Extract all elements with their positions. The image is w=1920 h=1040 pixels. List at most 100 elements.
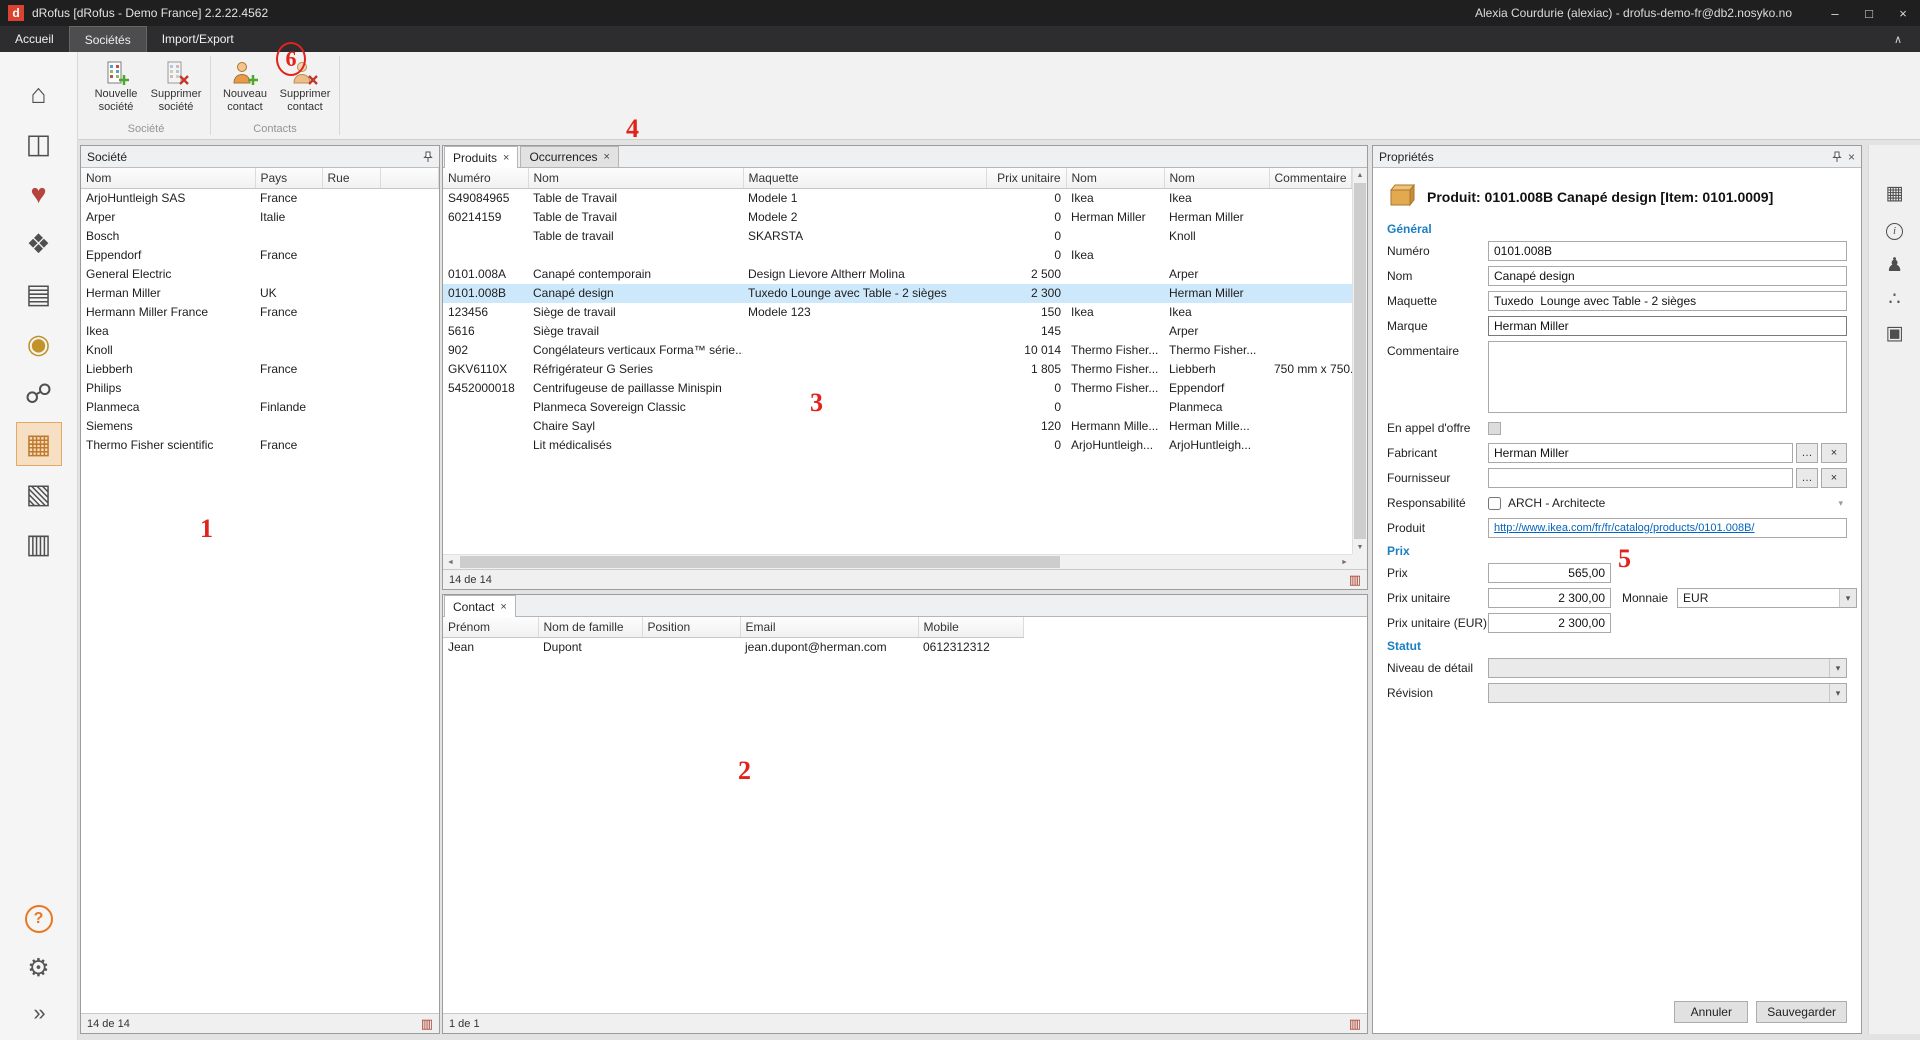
table-cell[interactable]: UK <box>255 284 322 303</box>
grid-export-icon[interactable]: ▥ <box>1349 572 1361 588</box>
table-cell[interactable]: Eppendorf <box>81 246 255 265</box>
table-cell[interactable]: 902 <box>443 341 528 360</box>
table-cell[interactable]: ArjoHuntleigh... <box>1164 436 1269 455</box>
table-cell[interactable]: Tuxedo Lounge avec Table - 2 sièges <box>743 284 986 303</box>
table-cell[interactable] <box>1269 436 1352 455</box>
horizontal-scrollbar[interactable]: ◄ ► <box>443 554 1352 569</box>
systems-icon[interactable]: ▧ <box>16 472 62 516</box>
table-cell[interactable]: Thermo Fisher scientific <box>81 436 255 455</box>
table-cell[interactable]: France <box>255 303 322 322</box>
contacts-person-icon[interactable]: ♟ <box>1879 251 1911 279</box>
chevron-down-icon[interactable]: ▾ <box>1839 589 1856 607</box>
table-cell[interactable]: France <box>255 246 322 265</box>
table-cell[interactable]: Ikea <box>1164 188 1269 208</box>
minimize-icon[interactable]: – <box>1818 0 1852 26</box>
table-cell[interactable] <box>1066 227 1164 246</box>
column-header[interactable]: Prénom <box>443 617 538 637</box>
close-icon[interactable]: × <box>604 151 610 163</box>
table-row[interactable]: Ikea <box>81 322 439 341</box>
table-cell[interactable] <box>255 265 322 284</box>
chevron-down-icon[interactable]: ▾ <box>1829 684 1846 702</box>
table-cell[interactable] <box>322 341 380 360</box>
table-row[interactable]: 0Ikea <box>443 246 1352 265</box>
table-cell[interactable]: 120 <box>986 417 1066 436</box>
table-cell[interactable]: ArjoHuntleigh... <box>1066 436 1164 455</box>
table-cell[interactable]: Modele 1 <box>743 188 986 208</box>
table-row[interactable]: Planmeca Sovereign Classic0Planmeca <box>443 398 1352 417</box>
maximize-icon[interactable]: □ <box>1852 0 1886 26</box>
table-cell[interactable] <box>1269 265 1352 284</box>
table-cell[interactable] <box>322 246 380 265</box>
nouvelle-societe-button[interactable]: Nouvelle société <box>87 55 145 122</box>
table-row[interactable]: Lit médicalisés0ArjoHuntleigh...ArjoHunt… <box>443 436 1352 455</box>
table-cell[interactable]: Siège travail <box>528 322 743 341</box>
table-cell[interactable] <box>743 417 986 436</box>
table-row[interactable]: Knoll <box>81 341 439 360</box>
cancel-button[interactable]: Annuler <box>1674 1001 1748 1023</box>
fabricant-browse-button[interactable]: … <box>1796 443 1818 463</box>
table-cell[interactable]: Dupont <box>538 637 642 657</box>
table-cell[interactable] <box>322 379 380 398</box>
table-cell[interactable]: Siemens <box>81 417 255 436</box>
table-cell[interactable]: Knoll <box>1164 227 1269 246</box>
table-cell[interactable]: Ikea <box>1066 188 1164 208</box>
table-cell[interactable]: Herman Miller <box>1164 208 1269 227</box>
table-cell[interactable]: ArjoHuntleigh SAS <box>81 188 255 208</box>
table-row[interactable]: Thermo Fisher scientificFrance <box>81 436 439 455</box>
niveau-detail-select[interactable]: ▾ <box>1488 658 1847 678</box>
nom-input[interactable] <box>1488 266 1847 286</box>
table-cell[interactable]: Table de Travail <box>528 188 743 208</box>
table-cell[interactable]: 145 <box>986 322 1066 341</box>
help-icon[interactable]: ? <box>25 905 53 933</box>
table-cell[interactable]: 123456 <box>443 303 528 322</box>
table-cell[interactable]: 0 <box>986 208 1066 227</box>
table-cell[interactable]: 0 <box>986 227 1066 246</box>
table-row[interactable]: Chaire Sayl120Hermann Mille...Herman Mil… <box>443 417 1352 436</box>
table-cell[interactable] <box>1164 246 1269 265</box>
reports-icon[interactable]: ▥ <box>16 522 62 566</box>
table-cell[interactable] <box>1269 341 1352 360</box>
tab-accueil[interactable]: Accueil <box>0 26 69 52</box>
logistics-icon[interactable]: ☍ <box>16 372 62 416</box>
close-icon[interactable]: × <box>1886 0 1920 26</box>
layout-grid-icon[interactable]: ▦ <box>1879 179 1911 207</box>
functions-icon[interactable]: ♥ <box>16 172 62 216</box>
table-cell[interactable]: Planmeca <box>1164 398 1269 417</box>
tab-occurrences[interactable]: Occurrences × <box>520 146 618 167</box>
table-cell[interactable] <box>322 284 380 303</box>
rooms-icon[interactable]: ⌂ <box>16 72 62 116</box>
table-cell[interactable]: Liebberh <box>81 360 255 379</box>
table-cell[interactable]: Chaire Sayl <box>528 417 743 436</box>
table-cell[interactable] <box>322 188 380 208</box>
table-cell[interactable]: GKV6110X <box>443 360 528 379</box>
collapse-ribbon-icon[interactable]: ∧ <box>1876 26 1920 52</box>
column-header[interactable]: Nom <box>81 168 255 188</box>
table-cell[interactable]: 0101.008A <box>443 265 528 284</box>
table-cell[interactable] <box>743 379 986 398</box>
marque-input[interactable] <box>1488 316 1847 336</box>
table-cell[interactable]: 0 <box>986 188 1066 208</box>
table-cell[interactable]: Thermo Fisher... <box>1066 341 1164 360</box>
table-cell[interactable]: Ikea <box>1066 246 1164 265</box>
supprimer-societe-button[interactable]: Supprimer société <box>147 55 205 122</box>
table-row[interactable]: ArjoHuntleigh SASFrance <box>81 188 439 208</box>
grid-export-icon[interactable]: ▥ <box>1349 1016 1361 1032</box>
table-cell[interactable]: Réfrigérateur G Series <box>528 360 743 379</box>
table-cell[interactable]: Knoll <box>81 341 255 360</box>
table-cell[interactable] <box>743 436 986 455</box>
nouveau-contact-button[interactable]: Nouveau contact <box>216 55 274 122</box>
fournisseur-input[interactable] <box>1488 468 1793 488</box>
table-cell[interactable]: Herman Miller <box>1066 208 1164 227</box>
table-cell[interactable] <box>528 246 743 265</box>
table-cell[interactable]: Thermo Fisher... <box>1066 360 1164 379</box>
table-cell[interactable] <box>322 227 380 246</box>
table-cell[interactable] <box>322 398 380 417</box>
table-cell[interactable]: Lit médicalisés <box>528 436 743 455</box>
table-row[interactable]: 0101.008BCanapé designTuxedo Lounge avec… <box>443 284 1352 303</box>
table-row[interactable]: 5616Siège travail145Arper <box>443 322 1352 341</box>
table-row[interactable]: Herman MillerUK <box>81 284 439 303</box>
table-row[interactable]: ArperItalie <box>81 208 439 227</box>
table-cell[interactable] <box>1269 188 1352 208</box>
table-cell[interactable]: Philips <box>81 379 255 398</box>
table-cell[interactable] <box>1269 398 1352 417</box>
